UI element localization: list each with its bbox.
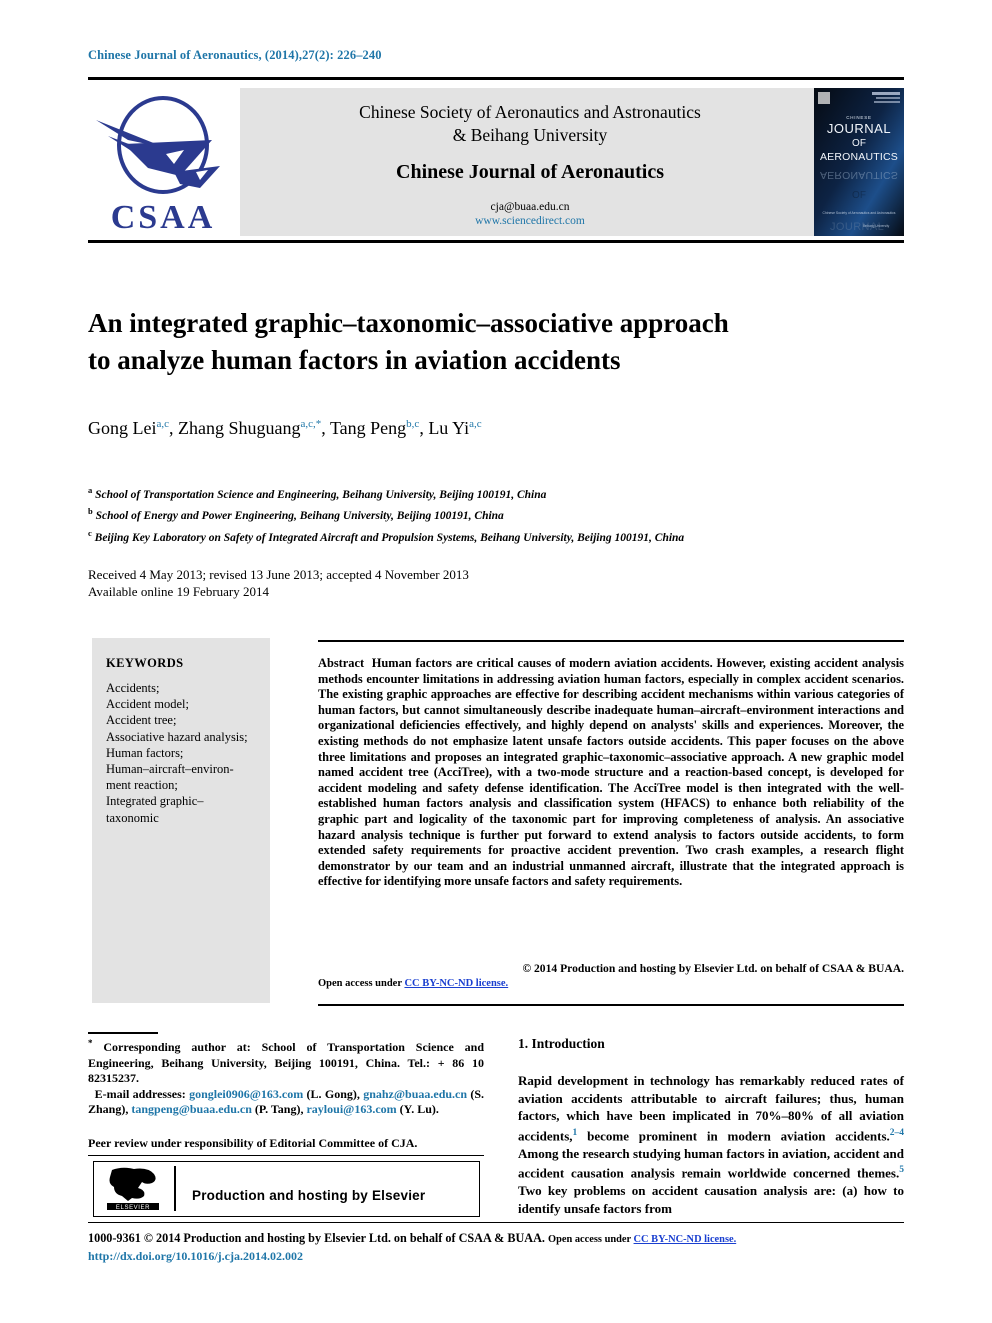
- author-2-affiliation-mark: b,c: [406, 418, 420, 430]
- email-person: (L. Gong),: [306, 1086, 360, 1101]
- footer-license-link[interactable]: CC BY-NC-ND license.: [634, 1234, 737, 1245]
- journal-banner: CSAA Chinese Society of Aeronautics and …: [88, 88, 904, 236]
- svg-text:AERONAUTICS: AERONAUTICS: [820, 169, 898, 181]
- page-title: An integrated graphic–taxonomic–associat…: [88, 305, 888, 379]
- author-3[interactable]: Lu Yia,c: [428, 418, 481, 438]
- society-name: Chinese Society of Aeronautics and Astro…: [240, 101, 820, 147]
- available-online-line: Available online 19 February 2014: [88, 584, 269, 599]
- author-2[interactable]: Tang Pengb,c: [330, 418, 419, 438]
- elsevier-box-divider: [174, 1166, 176, 1211]
- email-person: (P. Tang),: [254, 1102, 304, 1117]
- intro-part: become prominent in modern aviation acci…: [577, 1128, 890, 1144]
- abstract-block: Abstract Human factors are critical caus…: [318, 656, 904, 890]
- corresponding-author-note: * Corresponding author at: School of Tra…: [88, 1036, 484, 1118]
- paper-page: Chinese Journal of Aeronautics, (2014),2…: [0, 0, 992, 1323]
- received-line: Received 4 May 2013; revised 13 June 201…: [88, 567, 469, 582]
- elsevier-logo-icon: ELSEVIER: [102, 1166, 164, 1211]
- header-rule-bottom: [88, 240, 904, 243]
- affiliation-list: a School of Transportation Science and E…: [88, 482, 898, 546]
- keywords-heading: KEYWORDS: [106, 656, 184, 670]
- intro-part: Among the research studying human factor…: [518, 1145, 904, 1181]
- svg-text:JOURNAL: JOURNAL: [827, 121, 891, 136]
- title-line-2: to analyze human factors in aviation acc…: [88, 345, 621, 375]
- doi-link[interactable]: http://dx.doi.org/10.1016/j.cja.2014.02.…: [88, 1248, 918, 1265]
- author-3-affiliation-mark: a,c: [469, 418, 482, 430]
- banner-center-block: Chinese Society of Aeronautics and Astro…: [240, 88, 820, 236]
- section-heading-introduction: 1. Introduction: [518, 1036, 605, 1051]
- footnote-star-icon: *: [88, 1038, 93, 1048]
- elsevier-box-label: Production and hosting by Elsevier: [192, 1188, 426, 1203]
- corresponding-author-star: *: [315, 418, 322, 430]
- society-line-1: Chinese Society of Aeronautics and Astro…: [359, 102, 701, 122]
- license-link[interactable]: CC BY-NC-ND license.: [404, 978, 508, 989]
- svg-text:CHINESE: CHINESE: [846, 115, 872, 120]
- introduction-paragraph: Rapid development in technology has rema…: [518, 1072, 904, 1217]
- svg-text:JOURNAL: JOURNAL: [830, 221, 884, 233]
- journal-email[interactable]: cja@buaa.edu.cn: [240, 200, 820, 214]
- elsevier-hosting-box: ELSEVIER Production and hosting by Elsev…: [93, 1161, 480, 1217]
- keyword-item: Accident model;: [106, 697, 189, 712]
- reference-marker[interactable]: 5: [899, 1165, 904, 1175]
- author-list: Gong Leia,c, Zhang Shuguanga,c,*, Tang P…: [88, 418, 482, 438]
- abstract-label: Abstract: [318, 656, 365, 670]
- keyword-item: Accident tree;: [106, 713, 177, 728]
- sciencedirect-url[interactable]: www.sciencedirect.com: [240, 214, 820, 228]
- copyright-line: © 2014 Production and hosting by Elsevie…: [522, 962, 904, 975]
- header-rule-top: [88, 77, 904, 80]
- svg-text:ELSEVIER: ELSEVIER: [116, 1205, 150, 1211]
- abstract-rule-top: [318, 640, 904, 642]
- keyword-item: Integrated graphic–: [106, 794, 204, 809]
- svg-text:OF: OF: [852, 190, 866, 201]
- email-label: E-mail addresses:: [94, 1086, 186, 1101]
- title-line-1: An integrated graphic–taxonomic–associat…: [88, 308, 729, 338]
- affiliation-c: c Beijing Key Laboratory on Safety of In…: [88, 527, 685, 544]
- footer-line-1: 1000-9361 © 2014 Production and hosting …: [88, 1230, 918, 1248]
- issn: 1000-9361: [88, 1231, 141, 1245]
- svg-text:CSAA: CSAA: [111, 199, 216, 236]
- publication-dates: Received 4 May 2013; revised 13 June 201…: [88, 566, 688, 600]
- email-link[interactable]: tangpeng@buaa.edu.cn: [131, 1102, 252, 1116]
- peer-review-note: Peer review under responsibility of Edit…: [88, 1136, 418, 1150]
- author-0[interactable]: Gong Leia,c: [88, 418, 169, 438]
- svg-text:OF: OF: [852, 138, 866, 149]
- footnote-rule-2: [88, 1155, 484, 1157]
- abstract-rule-bottom: [318, 1004, 904, 1007]
- email-link[interactable]: gnahz@buaa.edu.cn: [363, 1087, 467, 1101]
- society-line-2: & Beihang University: [452, 125, 608, 145]
- keyword-item: Human–aircraft–environ-: [106, 762, 234, 777]
- svg-text:Chinese Society of Aeronautics: Chinese Society of Aeronautics and Astro…: [823, 211, 896, 215]
- keywords-list: Accidents; Accident model; Accident tree…: [106, 680, 264, 826]
- footnote-rule: [88, 1032, 158, 1034]
- keyword-item: Associative hazard analysis;: [106, 729, 248, 744]
- author-0-affiliation-mark: a,c: [156, 418, 169, 430]
- author-1-affiliation-mark: a,c,: [300, 418, 316, 430]
- page-footer: 1000-9361 © 2014 Production and hosting …: [88, 1230, 918, 1265]
- footer-open-access-prefix: Open access under: [548, 1234, 634, 1245]
- affiliation-b: b School of Energy and Power Engineering…: [88, 506, 504, 523]
- email-link[interactable]: gonglei0906@163.com: [189, 1087, 303, 1101]
- affiliation-a: a School of Transportation Science and E…: [88, 485, 547, 501]
- email-person: (Y. Lu).: [399, 1102, 439, 1117]
- keyword-item: taxonomic: [106, 810, 159, 825]
- footer-copyright: © 2014 Production and hosting by Elsevie…: [143, 1231, 545, 1245]
- abstract-copyright: © 2014 Production and hosting by Elsevie…: [318, 962, 904, 991]
- keyword-item: ment reaction;: [106, 778, 178, 793]
- corresponding-text: Corresponding author at: School of Trans…: [88, 1040, 485, 1086]
- footer-rule: [88, 1222, 904, 1224]
- intro-part: Two key problems on accident causation a…: [518, 1183, 904, 1216]
- email-link[interactable]: rayloui@163.com: [306, 1102, 396, 1116]
- svg-text:AERONAUTICS: AERONAUTICS: [820, 151, 898, 163]
- author-1[interactable]: Zhang Shuguanga,c,*: [178, 418, 321, 438]
- abstract-text: Human factors are critical causes of mod…: [318, 656, 904, 889]
- journal-cover-thumbnail: CHINESE JOURNAL OF AERONAUTICS AERONAUTI…: [814, 88, 904, 236]
- csaa-logo-icon: CSAA: [88, 88, 238, 236]
- reference-marker[interactable]: 2–4: [890, 1128, 904, 1138]
- journal-title: Chinese Journal of Aeronautics: [396, 161, 664, 183]
- keyword-item: Accidents;: [106, 681, 160, 695]
- keyword-item: Human factors;: [106, 745, 184, 760]
- keywords-box: KEYWORDS Accidents; Accident model; Acci…: [92, 638, 270, 1003]
- open-access-line: Open access under CC BY-NC-ND license.: [318, 977, 509, 989]
- running-head: Chinese Journal of Aeronautics, (2014),2…: [88, 48, 382, 62]
